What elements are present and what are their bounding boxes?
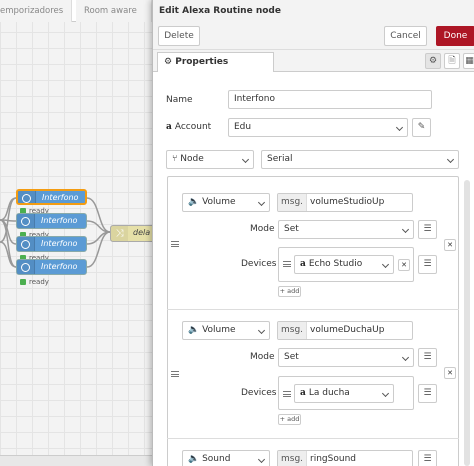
remove-device-close-icon[interactable]: ✕	[398, 259, 410, 271]
tray-header: Edit Alexa Routine node Delete Cancel Do…	[153, 0, 474, 50]
shuffle-icon: ⤨	[111, 226, 128, 241]
item-msg-input[interactable]: msg. ringSound	[277, 450, 413, 466]
volume-icon: 🔈	[188, 197, 203, 207]
flow-node-delay[interactable]: ⤨ dela	[110, 225, 152, 242]
item-separator	[167, 438, 459, 439]
tab-properties[interactable]: ⚙ Properties	[157, 52, 274, 72]
flow-node-label: Interfono	[41, 239, 78, 248]
cancel-button[interactable]: Cancel	[384, 26, 427, 46]
node-type-select[interactable]: ⑂ Node	[166, 150, 254, 169]
devices-label: Devices	[241, 259, 277, 269]
device-drag-handle-icon[interactable]	[283, 261, 291, 267]
devices-label: Devices	[241, 388, 277, 398]
flow-node-interfono[interactable]: Interfono	[16, 236, 87, 252]
item-drag-handle-icon[interactable]	[171, 371, 179, 377]
flow-node-label: Interfono	[41, 262, 78, 271]
alexa-node-icon	[18, 191, 36, 203]
flow-node-label: Interfono	[41, 216, 78, 225]
flow-node-interfono[interactable]: Interfono	[16, 213, 87, 229]
alexa-node-icon	[17, 260, 35, 274]
delete-button[interactable]: Delete	[158, 26, 200, 46]
gear-icon: ⚙	[164, 57, 173, 67]
add-device-button[interactable]: + add	[278, 286, 301, 297]
settings-tab-gear-icon[interactable]: ⚙	[425, 53, 441, 69]
device-drag-handle-icon[interactable]	[283, 391, 291, 397]
item-drag-handle-icon[interactable]	[171, 241, 179, 247]
tray-scrollbar[interactable]	[464, 180, 470, 466]
device-select[interactable]: a Echo Studio	[294, 255, 394, 274]
mode-label: Mode	[250, 352, 275, 362]
amazon-icon: a	[166, 122, 172, 132]
mode-type-list-icon[interactable]: ☰	[418, 348, 437, 367]
item-type-select[interactable]: 🔈 Volume	[182, 321, 270, 340]
edit-account-pencil-icon[interactable]: ✎	[412, 118, 431, 137]
flow-node-label: Interfono	[42, 193, 79, 202]
mode-select[interactable]: Set	[278, 220, 414, 239]
alexa-node-icon	[17, 214, 35, 228]
mode-select[interactable]: Set	[278, 348, 414, 367]
amazon-icon: a	[300, 259, 306, 269]
flow-workspace[interactable]: emporizadores Room aware Interfono ready…	[0, 0, 152, 466]
description-tab-file-icon[interactable]: 🗎	[444, 53, 460, 69]
tab-temporizadores[interactable]: emporizadores	[0, 0, 72, 22]
amazon-icon: a	[300, 388, 306, 398]
device-select[interactable]: a La ducha	[294, 384, 394, 403]
name-label: Name	[166, 95, 193, 105]
delay-node-label: dela	[133, 228, 151, 237]
item-type-list-icon[interactable]: ☰	[418, 450, 437, 466]
tray-tabs: ⚙ Properties ⚙ 🗎 ▦	[153, 50, 474, 72]
item-separator	[167, 309, 459, 310]
workspace-scrollbar[interactable]	[0, 455, 152, 466]
sequence-select[interactable]: Serial	[261, 150, 459, 169]
mode-label: Mode	[250, 224, 275, 234]
item-type-select[interactable]: 🔈 Volume	[182, 193, 270, 212]
flow-node-interfono[interactable]: Interfono	[16, 189, 87, 205]
tab-room-aware[interactable]: Room aware	[76, 0, 152, 22]
done-button[interactable]: Done	[436, 26, 474, 46]
device-type-list-icon[interactable]: ☰	[418, 384, 437, 403]
name-input[interactable]: Interfono	[228, 90, 432, 109]
item-type-select[interactable]: 🔈 Sound	[182, 450, 270, 466]
flow-node-interfono[interactable]: Interfono	[16, 259, 87, 275]
remove-item-close-icon[interactable]: ✕	[444, 239, 456, 251]
volume-icon: 🔈	[188, 325, 203, 335]
tray-title: Edit Alexa Routine node	[159, 6, 281, 16]
account-select[interactable]: Edu	[228, 118, 408, 137]
sound-icon: 🔈	[188, 454, 203, 464]
appearance-tab-icon[interactable]: ▦	[463, 53, 474, 69]
device-type-list-icon[interactable]: ☰	[418, 255, 437, 274]
add-device-button[interactable]: + add	[278, 414, 301, 425]
remove-item-close-icon[interactable]: ✕	[444, 367, 456, 379]
account-label: a Account	[166, 122, 212, 132]
item-msg-input[interactable]: msg. volumeDuchaUp	[277, 321, 413, 340]
mode-type-list-icon[interactable]: ☰	[418, 220, 437, 239]
alexa-node-icon	[17, 237, 35, 251]
item-msg-input[interactable]: msg. volumeStudioUp	[277, 193, 413, 212]
workspace-tabs: emporizadores Room aware	[0, 0, 152, 22]
node-status: ready	[20, 278, 49, 286]
